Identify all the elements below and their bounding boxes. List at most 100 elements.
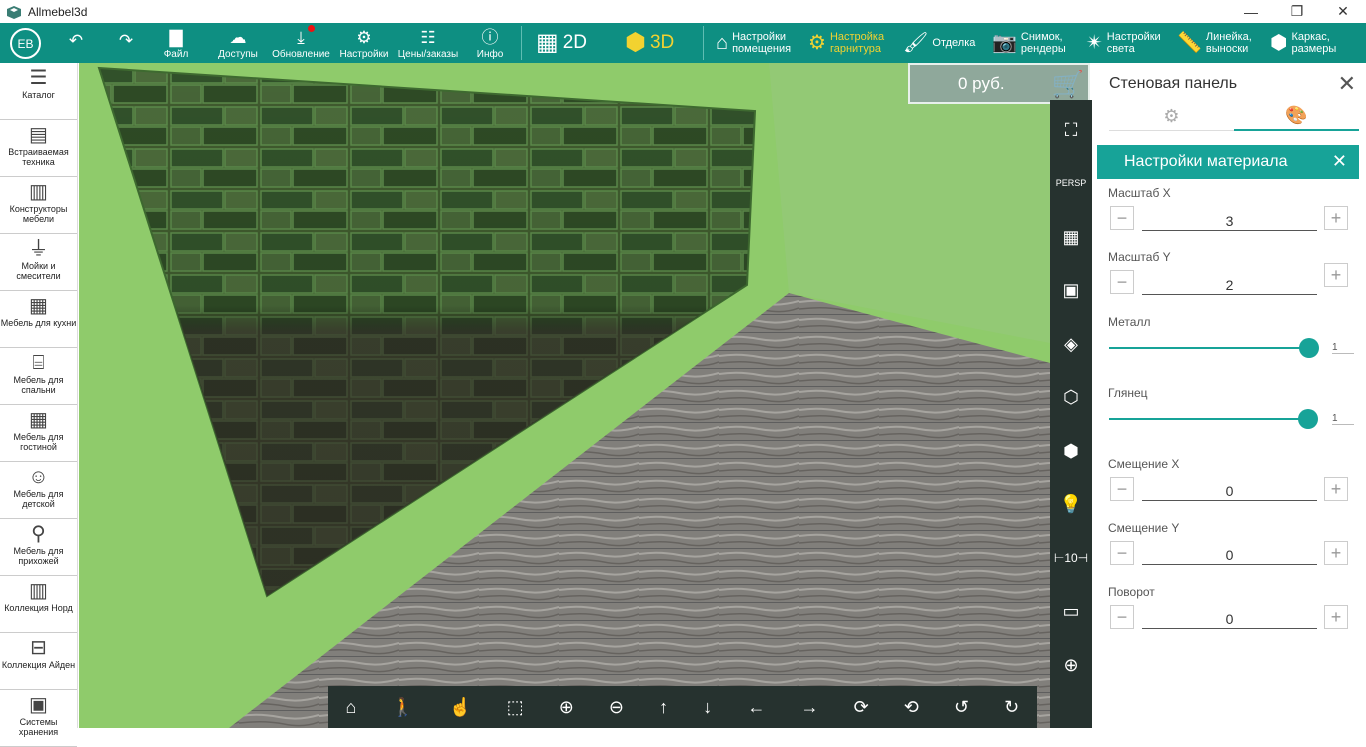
gloss-slider-knob[interactable]: [1298, 409, 1318, 429]
walk-icon[interactable]: 🚶: [392, 697, 414, 718]
zoom-in-icon[interactable]: ⊕: [559, 697, 574, 718]
wallpaper-icon[interactable]: ◈: [1050, 324, 1092, 364]
arrow-right-icon[interactable]: →: [800, 697, 818, 718]
snapshot-button[interactable]: 📷 Снимок, рендеры: [992, 23, 1066, 63]
access-button[interactable]: ☁ Доступы: [213, 23, 263, 63]
title-bar: Allmebel3d — ❐ ✕: [0, 0, 1366, 23]
sidebar-item-label: Мебель для кухни: [0, 318, 77, 328]
redo-button[interactable]: ↷: [110, 23, 142, 63]
restore-icon[interactable]: ❐: [1274, 0, 1320, 23]
sidebar-item-0[interactable]: ☰ Каталог: [0, 63, 77, 120]
metal-value[interactable]: 1: [1332, 342, 1354, 354]
sidebar-item-6[interactable]: ▦ Мебель для гостиной: [0, 405, 77, 462]
scale-y-minus-icon[interactable]: −: [1110, 270, 1134, 294]
price-display[interactable]: 0 руб. 🛒: [908, 63, 1090, 104]
tab-material-palette-icon[interactable]: 🎨: [1234, 101, 1359, 131]
metal-slider-knob[interactable]: [1299, 338, 1319, 358]
offset-x-plus-icon[interactable]: +: [1324, 477, 1348, 501]
prices-button[interactable]: ☷ Цены/заказы: [395, 23, 461, 63]
offset-y-minus-icon[interactable]: −: [1110, 541, 1134, 565]
ruler-button[interactable]: 📏 Линейка, выноски: [1177, 23, 1252, 63]
kitchen-icon: ▦: [29, 295, 48, 317]
set-settings-button[interactable]: ⚙ Настройка гарнитура: [808, 23, 884, 63]
rotate-horizontal-icon[interactable]: ⟳: [854, 697, 869, 718]
snapshot-label: Снимок, рендеры: [1020, 31, 1066, 55]
rotation-minus-icon[interactable]: −: [1110, 605, 1134, 629]
file-button[interactable]: ▇ Файл: [155, 23, 197, 63]
rotate-left-icon[interactable]: ↺: [954, 697, 969, 718]
scale-y-input[interactable]: 2: [1142, 273, 1317, 295]
solid-cube-icon[interactable]: ⬢: [1050, 431, 1092, 471]
sidebar-item-8[interactable]: ⚲ Мебель для прихожей: [0, 519, 77, 576]
undo-button[interactable]: ↶: [60, 23, 92, 63]
sidebar-item-9[interactable]: ▥ Коллекция Норд: [0, 576, 77, 633]
rotate-horizontal-back-icon[interactable]: ⟲: [904, 697, 919, 718]
select-area-icon[interactable]: ⬚: [507, 697, 524, 718]
zoom-out-icon[interactable]: ⊖: [609, 697, 624, 718]
scale-x-input[interactable]: 3: [1142, 209, 1317, 231]
folder-icon: ▇: [169, 28, 183, 47]
material-settings-header: Настройки материала ✕: [1097, 145, 1359, 179]
frame-button[interactable]: ⬢ Каркас, размеры: [1270, 23, 1336, 63]
arrow-down-icon[interactable]: ↓: [703, 697, 712, 718]
fullscreen-icon[interactable]: ⛶: [1050, 110, 1092, 150]
settings-button[interactable]: ⚙ Настройки: [338, 23, 390, 63]
room-box-icon[interactable]: ⬡: [1050, 377, 1092, 417]
tab-settings-gear-icon[interactable]: ⚙: [1109, 101, 1234, 131]
gloss-slider[interactable]: [1109, 418, 1309, 420]
arrow-left-icon[interactable]: ←: [747, 697, 765, 718]
rotation-plus-icon[interactable]: +: [1324, 605, 1348, 629]
bulb-icon[interactable]: 💡: [1050, 484, 1092, 524]
sidebar-item-7[interactable]: ☺ Мебель для детской: [0, 462, 77, 519]
perspective-toggle[interactable]: PERSP: [1050, 163, 1092, 203]
hide-labels-icon[interactable]: ▭: [1050, 591, 1092, 631]
access-label: Доступы: [218, 49, 258, 60]
finish-button[interactable]: 🖌 Отделка: [903, 23, 975, 63]
light-button[interactable]: ✴ Настройки света: [1086, 23, 1161, 63]
menu-icon: ☰: [29, 67, 48, 89]
arrow-up-icon[interactable]: ↑: [659, 697, 668, 718]
sidebar-item-11[interactable]: ▣ Системы хранения: [0, 690, 77, 747]
catalog-sidebar: ☰ Каталог ▤ Встраиваемая техника ▥ Конструкто…: [0, 63, 78, 747]
add-camera-icon[interactable]: ⊕: [1050, 645, 1092, 685]
rotation-input[interactable]: 0: [1142, 607, 1317, 629]
rotate-right-icon[interactable]: ↻: [1004, 697, 1019, 718]
hand-pointer-icon[interactable]: ☝: [449, 697, 471, 718]
user-avatar[interactable]: EB: [10, 28, 41, 59]
gear-icon: ⚙: [356, 28, 372, 47]
paint-roller-icon: 🖌: [903, 32, 929, 54]
minimize-icon[interactable]: —: [1228, 0, 1274, 23]
view-3d-button[interactable]: ⬢ 3D: [625, 23, 674, 63]
close-material-icon[interactable]: ✕: [1332, 151, 1347, 172]
offset-x-input[interactable]: 0: [1142, 479, 1317, 501]
metal-slider[interactable]: [1109, 347, 1309, 349]
viewport-3d[interactable]: [79, 63, 1050, 728]
scale-x-plus-icon[interactable]: +: [1324, 206, 1348, 230]
offset-x-minus-icon[interactable]: −: [1110, 477, 1134, 501]
update-button[interactable]: ⤓ Обновление: [272, 23, 330, 63]
sidebar-item-1[interactable]: ▤ Встраиваемая техника: [0, 120, 77, 177]
offset-y-input[interactable]: 0: [1142, 543, 1317, 565]
price-value: 0 руб.: [958, 73, 1005, 93]
desk-icon: ⊟: [30, 637, 47, 659]
info-button[interactable]: ⓘ Инфо: [474, 23, 506, 63]
wall-grid-icon[interactable]: ▦: [1050, 217, 1092, 257]
sidebar-item-3[interactable]: ⏚ Мойки и смесители: [0, 234, 77, 291]
sidebar-item-2[interactable]: ▥ Конструкторы мебели: [0, 177, 77, 234]
sidebar-item-5[interactable]: ⌸ Мебель для спальни: [0, 348, 77, 405]
gloss-value[interactable]: 1: [1332, 413, 1354, 425]
scale-y-plus-icon[interactable]: +: [1324, 263, 1348, 287]
sidebar-item-4[interactable]: ▦ Мебель для кухни: [0, 291, 77, 348]
close-window-icon[interactable]: ✕: [1320, 0, 1366, 23]
undo-icon: ↶: [68, 31, 84, 50]
home-view-icon[interactable]: ⌂: [346, 697, 357, 718]
scale-x-minus-icon[interactable]: −: [1110, 206, 1134, 230]
close-panel-icon[interactable]: ✕: [1338, 71, 1356, 97]
panel-tabs: ⚙ 🎨: [1109, 101, 1359, 131]
sidebar-item-10[interactable]: ⊟ Коллекция Айден: [0, 633, 77, 690]
image-icon[interactable]: ▣: [1050, 270, 1092, 310]
view-2d-button[interactable]: ▦ 2D: [536, 23, 587, 63]
dimension-icon[interactable]: ⊢10⊣: [1050, 538, 1092, 578]
room-settings-button[interactable]: ⌂ Настройки помещения: [716, 23, 791, 63]
offset-y-plus-icon[interactable]: +: [1324, 541, 1348, 565]
